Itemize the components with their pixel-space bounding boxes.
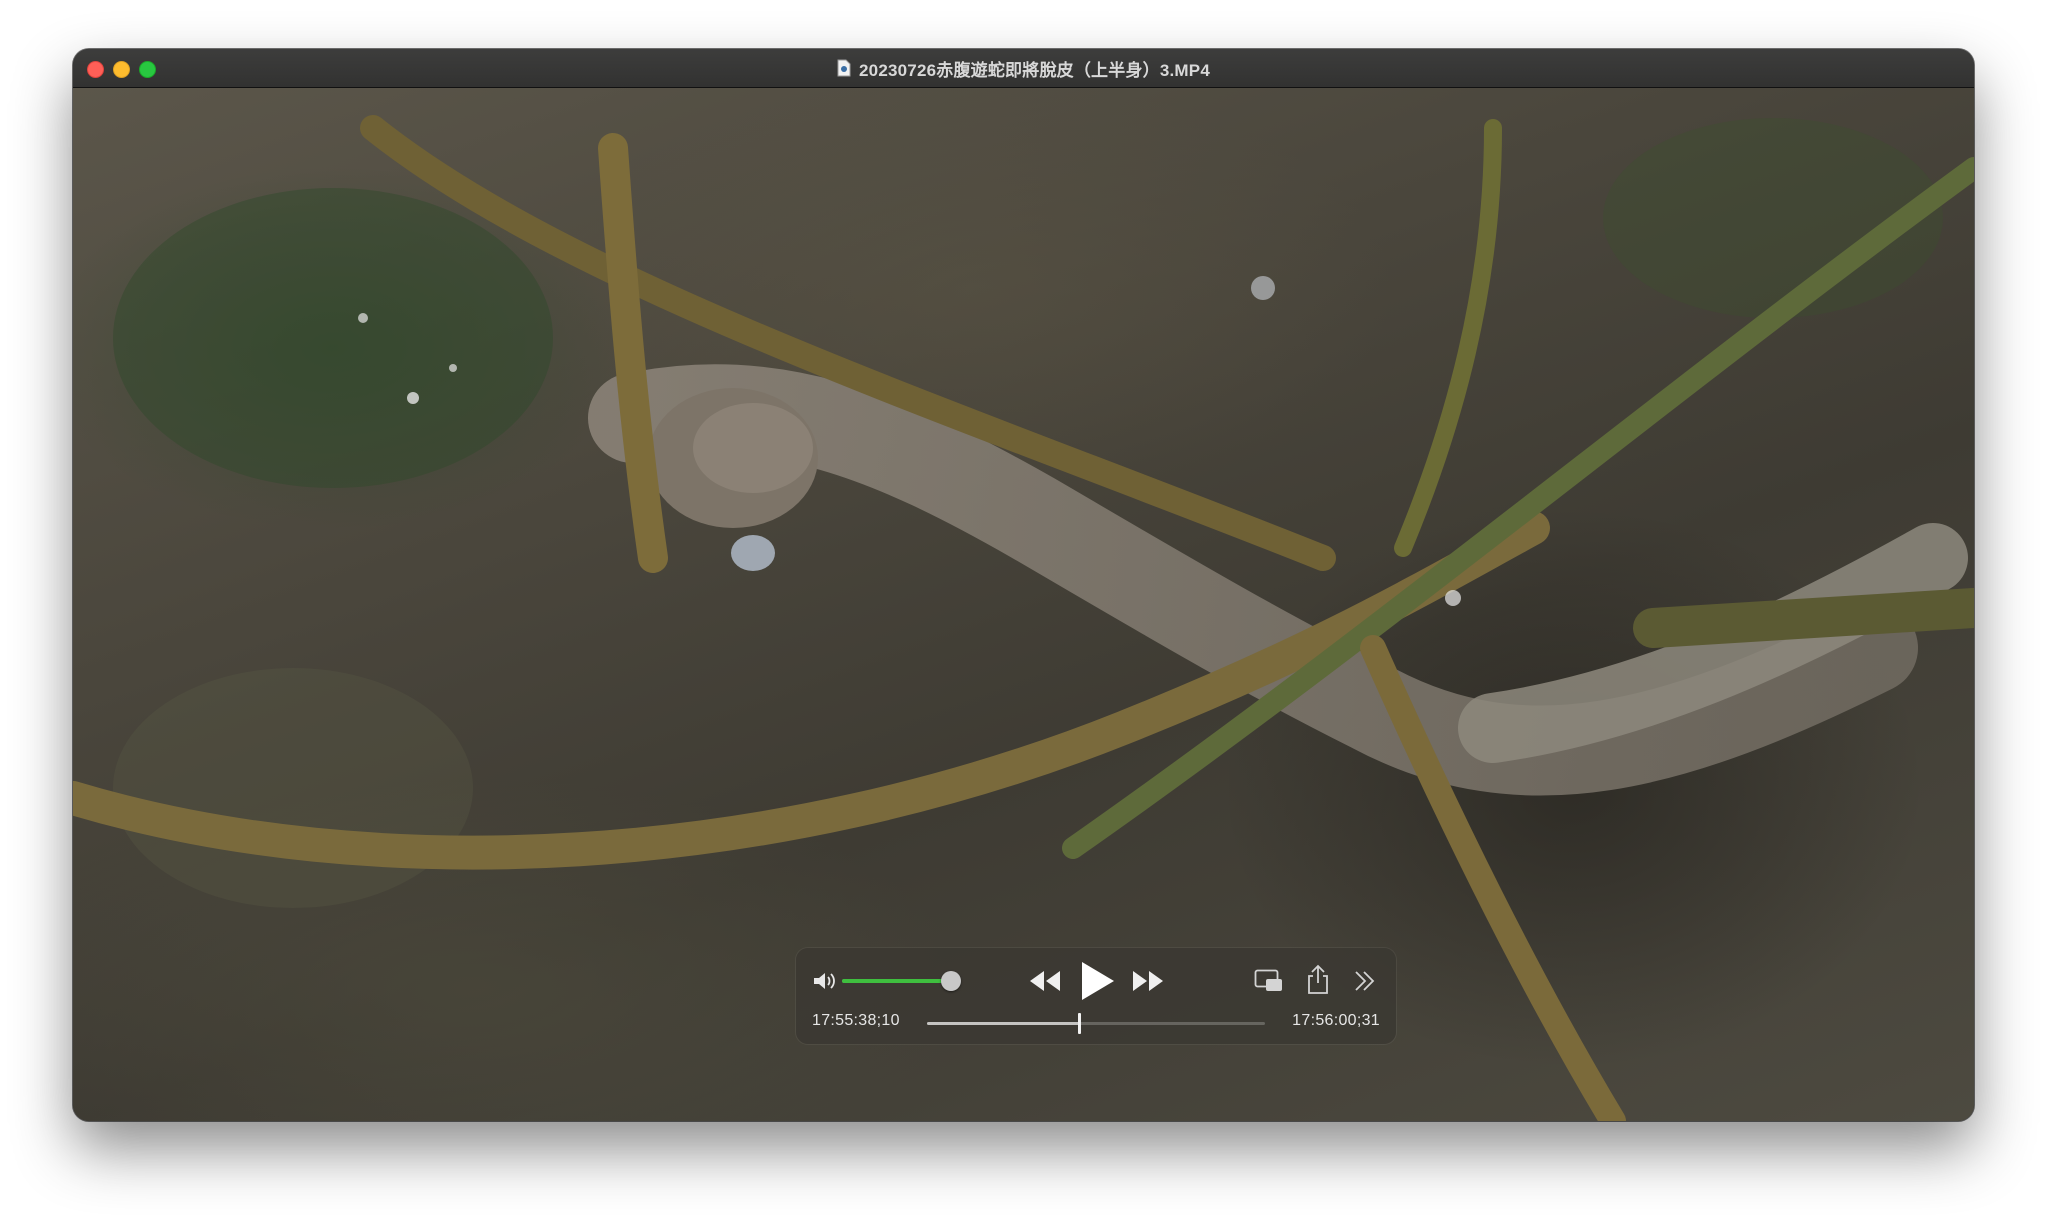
share-icon[interactable]: [1306, 963, 1330, 995]
player-window: 20230726赤腹遊蛇即將脫皮（上半身）3.MP4 17:55:38;10 1…: [73, 49, 1974, 1121]
window-title: 20230726赤腹遊蛇即將脫皮（上半身）3.MP4: [859, 60, 1210, 80]
timeline-scrubber[interactable]: [927, 1013, 1265, 1034]
window-title-group: 20230726赤腹遊蛇即將脫皮（上半身）3.MP4: [73, 49, 1974, 87]
current-time: 17:55:38;10: [812, 1012, 900, 1029]
timeline-progress: [927, 1022, 1080, 1025]
picture-in-picture-icon[interactable]: [1254, 968, 1284, 994]
fast-forward-icon[interactable]: [1131, 967, 1165, 995]
title-bar[interactable]: 20230726赤腹遊蛇即將脫皮（上半身）3.MP4: [73, 49, 1974, 88]
chevron-double-right-icon[interactable]: [1352, 969, 1378, 993]
end-time: 17:56:00;31: [1292, 1012, 1380, 1029]
volume-slider[interactable]: [842, 971, 961, 991]
document-icon: [837, 59, 851, 77]
playback-controls: 17:55:38;10 17:56:00;31: [796, 948, 1396, 1044]
speaker-icon[interactable]: [812, 970, 838, 992]
volume-level: [842, 979, 951, 983]
play-icon[interactable]: [1077, 959, 1117, 1003]
rewind-icon[interactable]: [1028, 967, 1062, 995]
video-frame[interactable]: 17:55:38;10 17:56:00;31: [73, 88, 1974, 1121]
volume-knob[interactable]: [940, 971, 961, 991]
playhead[interactable]: [1078, 1013, 1082, 1034]
